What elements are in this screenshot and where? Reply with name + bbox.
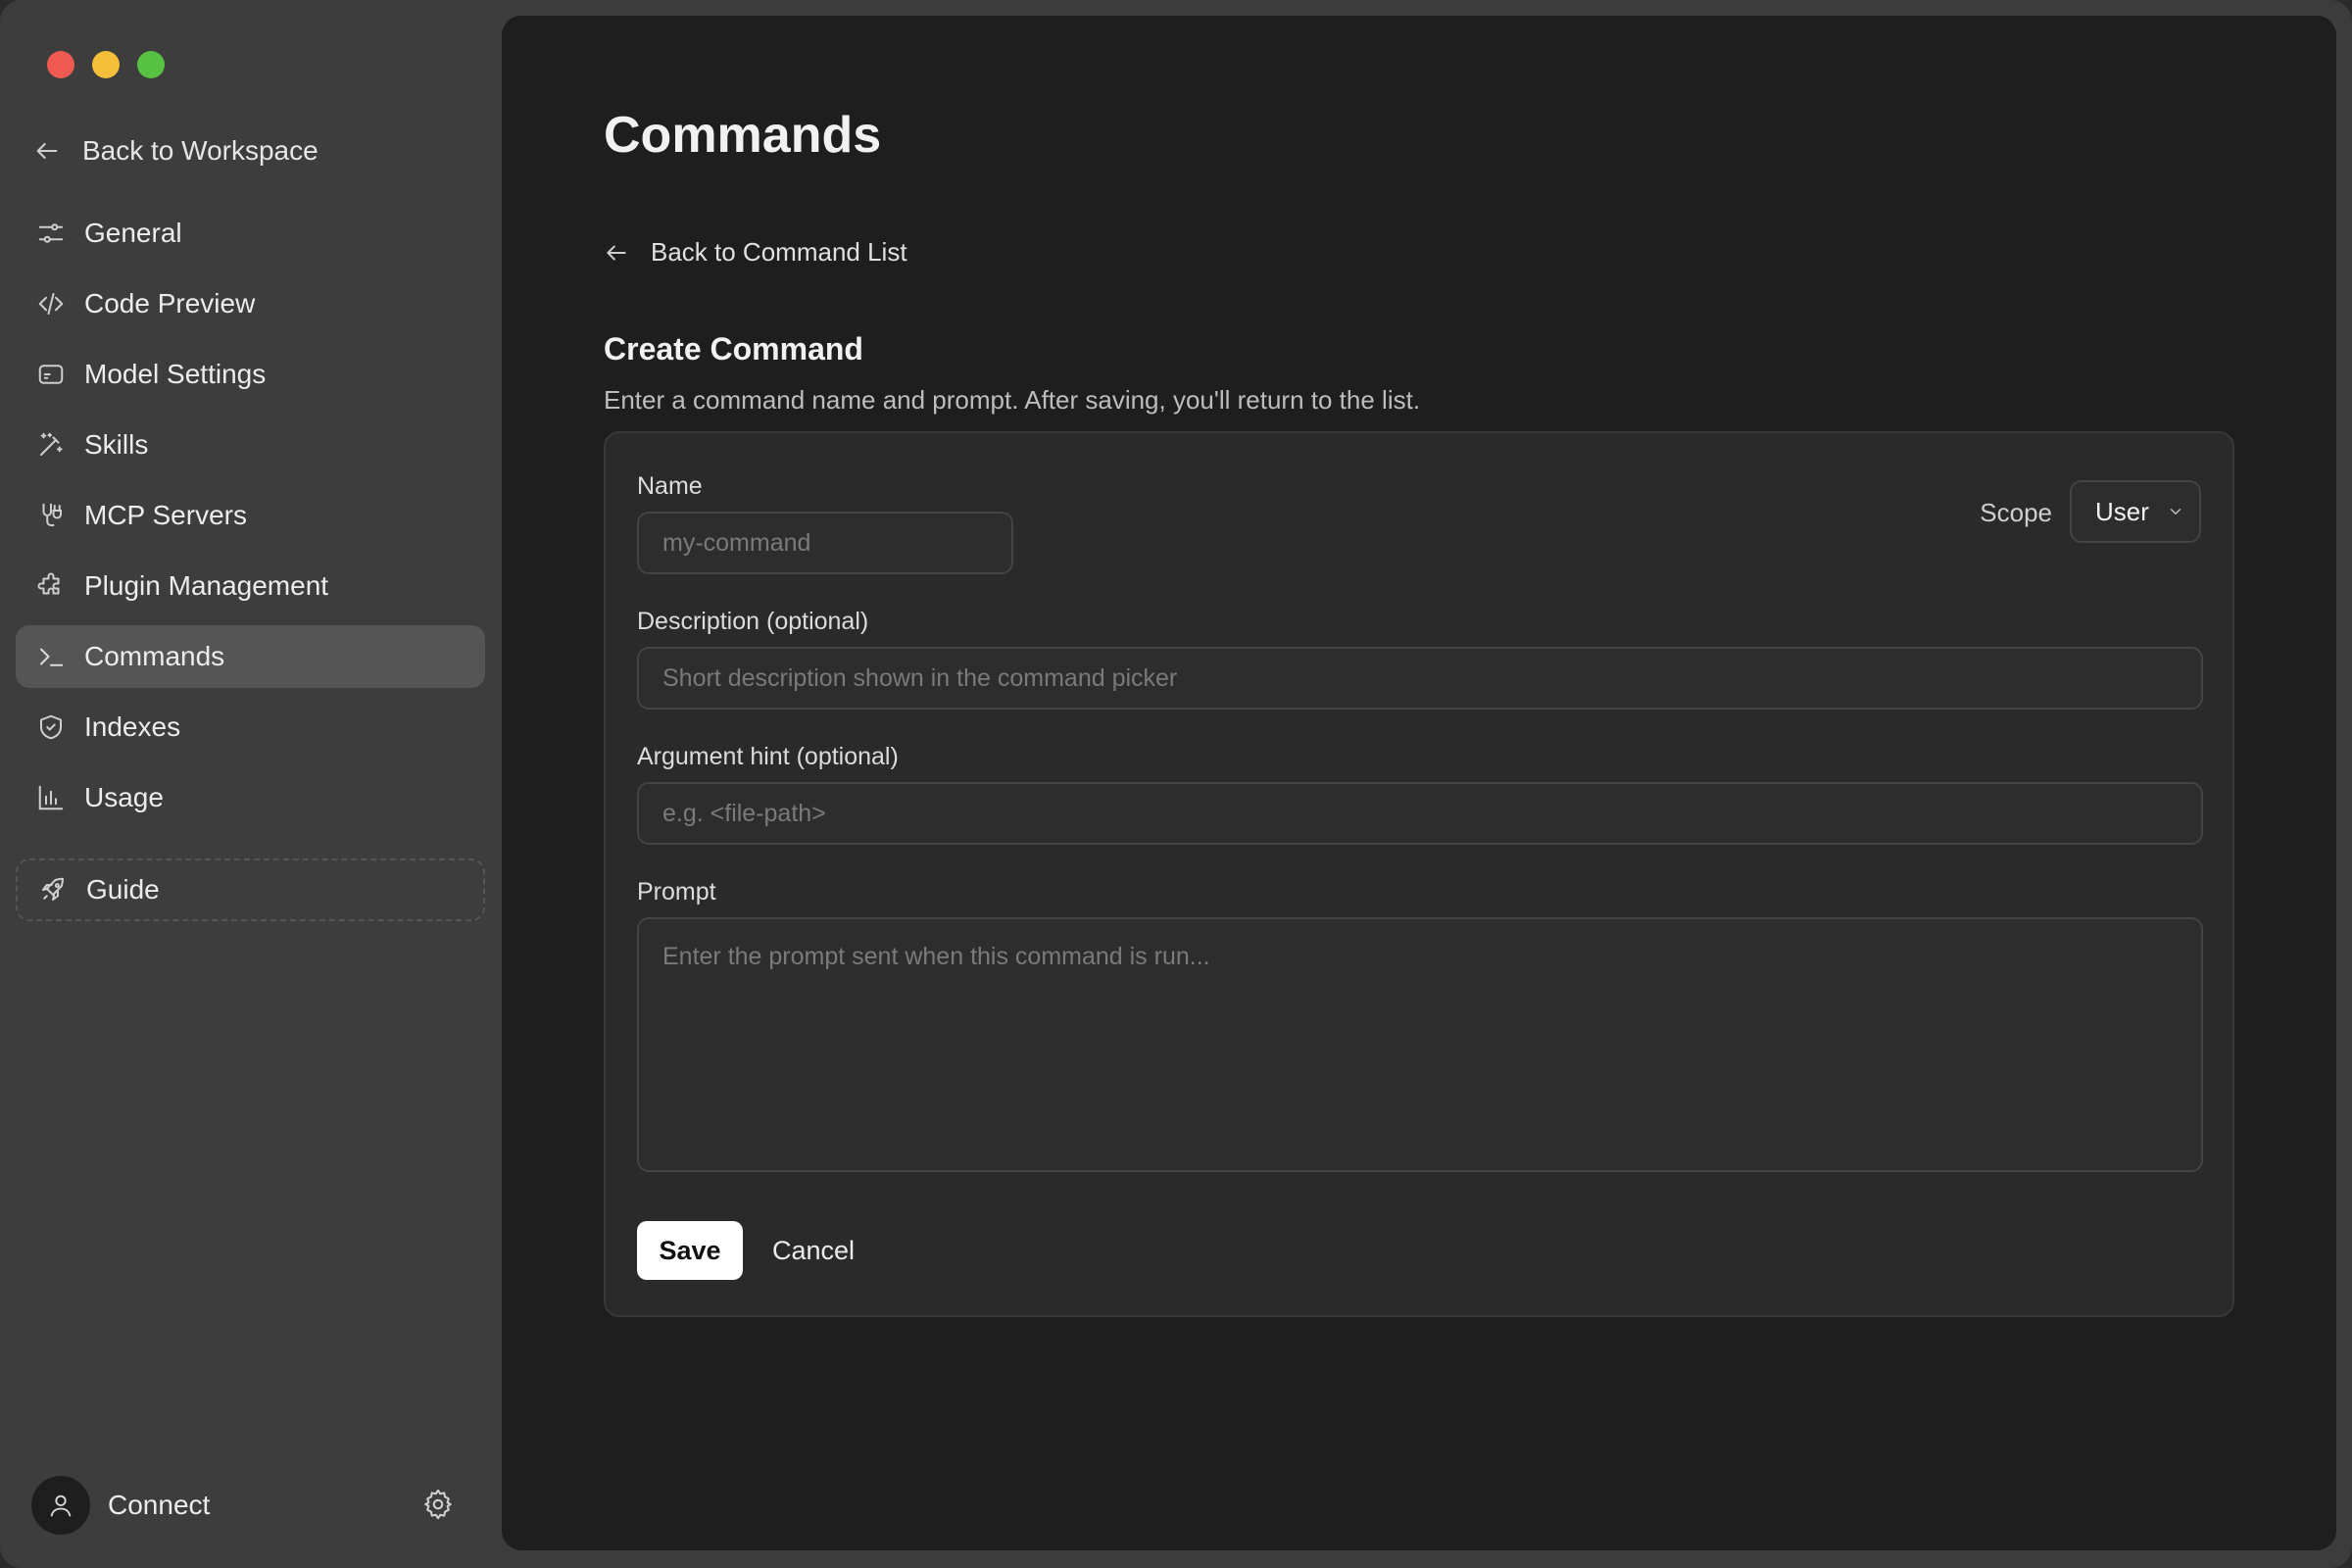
window-controls (47, 51, 165, 78)
arrow-left-icon (607, 245, 626, 260)
sidebar-item-label: Commands (84, 641, 225, 671)
magic-wand-icon (35, 429, 67, 461)
main-panel: Commands Back to Command List Create Com… (502, 16, 2336, 1550)
puzzle-icon (35, 570, 67, 602)
scope-value: User (2095, 496, 2149, 526)
argument-hint-input[interactable]: e.g. <file-path> (637, 782, 2203, 845)
sidebar-item-general[interactable]: General (16, 202, 485, 265)
sidebar-item-label: Skills (84, 429, 149, 460)
back-to-workspace-link[interactable]: Back to Workspace (33, 129, 318, 172)
argument-hint-label: Argument hint (optional) (637, 743, 899, 770)
sidebar-item-model-settings[interactable]: Model Settings (16, 343, 485, 406)
name-input[interactable]: my-command (637, 512, 1013, 574)
sidebar-item-mcp-servers[interactable]: MCP Servers (16, 484, 485, 547)
rocket-icon (37, 874, 69, 906)
scope-select[interactable]: User (2070, 480, 2201, 543)
sidebar-item-label: Model Settings (84, 359, 267, 389)
sidebar: Back to Workspace General Code Preview M… (0, 0, 502, 1568)
sidebar-item-code-preview[interactable]: Code Preview (16, 272, 485, 335)
prompt-label: Prompt (637, 878, 716, 906)
shield-icon (35, 711, 67, 743)
back-to-workspace-label: Back to Workspace (82, 135, 318, 166)
close-window-button[interactable] (47, 51, 74, 78)
app-window: Back to Workspace General Code Preview M… (0, 0, 2352, 1568)
maximize-window-button[interactable] (137, 51, 165, 78)
sidebar-item-label: Plugin Management (84, 570, 329, 601)
sidebar-item-label: MCP Servers (84, 500, 247, 530)
section-description: Enter a command name and prompt. After s… (604, 385, 1421, 415)
sidebar-item-guide[interactable]: Guide (16, 858, 485, 921)
gear-icon[interactable] (421, 1488, 455, 1521)
description-label: Description (optional) (637, 608, 869, 635)
section-title: Create Command (604, 331, 863, 367)
user-icon (50, 1494, 72, 1517)
sidebar-item-label: Usage (84, 782, 164, 812)
description-input[interactable]: Short description shown in the command p… (637, 647, 2203, 710)
sidebar-item-commands[interactable]: Commands (16, 625, 485, 688)
sidebar-item-label: Code Preview (84, 288, 256, 318)
sidebar-item-skills[interactable]: Skills (16, 414, 485, 476)
page-title: Commands (604, 107, 882, 164)
model-icon (35, 359, 67, 390)
sidebar-item-plugin-management[interactable]: Plugin Management (16, 555, 485, 617)
name-placeholder: my-command (662, 528, 811, 557)
back-to-command-list-link[interactable]: Back to Command List (604, 237, 907, 268)
create-command-form: Name my-command Scope User Description (… (604, 431, 2234, 1317)
sidebar-item-label: Indexes (84, 711, 181, 742)
prompt-placeholder: Enter the prompt sent when this command … (662, 943, 1210, 970)
name-label: Name (637, 472, 703, 500)
chevron-down-icon (2170, 509, 2181, 514)
description-placeholder: Short description shown in the command p… (662, 663, 1178, 692)
back-to-command-list-label: Back to Command List (651, 237, 907, 267)
connect-label: Connect (108, 1490, 211, 1520)
connect-account-button[interactable]: Connect (31, 1476, 210, 1535)
bar-chart-icon (35, 782, 67, 813)
sidebar-item-label: General (84, 218, 182, 248)
avatar (31, 1476, 90, 1535)
arrow-left-icon (36, 142, 58, 160)
terminal-icon (35, 641, 67, 672)
sidebar-item-indexes[interactable]: Indexes (16, 696, 485, 759)
minimize-window-button[interactable] (92, 51, 120, 78)
prompt-textarea[interactable]: Enter the prompt sent when this command … (637, 917, 2203, 1172)
sidebar-item-usage[interactable]: Usage (16, 766, 485, 829)
argument-hint-placeholder: e.g. <file-path> (662, 799, 826, 827)
sidebar-item-label: Guide (86, 874, 160, 905)
scope-label: Scope (1980, 498, 2052, 527)
cancel-button[interactable]: Cancel (772, 1221, 855, 1280)
sliders-icon (35, 218, 67, 249)
settings-nav: General Code Preview Model Settings Skil… (16, 202, 485, 929)
server-plug-icon (35, 500, 67, 531)
code-icon (35, 288, 67, 319)
save-button[interactable]: Save (637, 1221, 743, 1280)
